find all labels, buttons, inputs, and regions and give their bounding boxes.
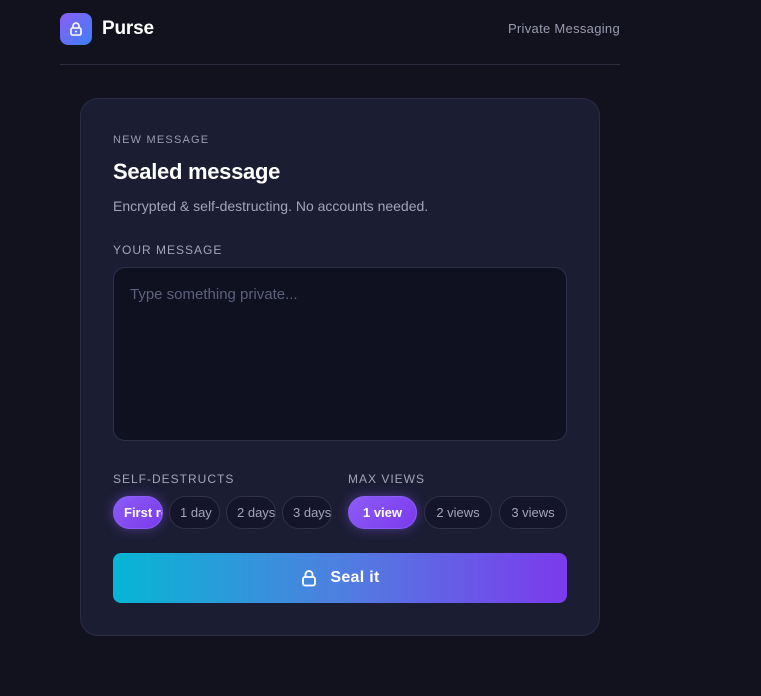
compose-card: NEW MESSAGE Sealed message Encrypted & s… xyxy=(80,98,600,636)
views-option-1[interactable]: 1 view xyxy=(348,496,417,529)
card-subtitle: Encrypted & self-destructing. No account… xyxy=(113,198,429,214)
self-destruct-label: SELF-DESTRUCTS xyxy=(113,472,235,486)
destruct-option-2-days[interactable]: 2 days xyxy=(226,496,276,529)
seal-button[interactable]: Seal it xyxy=(113,553,567,603)
destruct-option-3-days[interactable]: 3 days xyxy=(282,496,332,529)
header-tagline: Private Messaging xyxy=(507,21,620,36)
card-eyebrow: NEW MESSAGE xyxy=(113,134,210,146)
max-views-options: 1 view 2 views 3 views xyxy=(348,496,568,529)
self-destruct-options: First read 1 day 2 days 3 days xyxy=(113,496,333,529)
views-option-2[interactable]: 2 views xyxy=(424,496,492,529)
message-input[interactable] xyxy=(113,267,567,441)
max-views-label: MAX VIEWS xyxy=(348,472,426,486)
views-option-3[interactable]: 3 views xyxy=(499,496,567,529)
destruct-option-1-day[interactable]: 1 day xyxy=(169,496,220,529)
message-label: YOUR MESSAGE xyxy=(113,243,223,257)
brand-name: Purse xyxy=(102,18,154,39)
destruct-option-first-read[interactable]: First read xyxy=(113,496,163,529)
app-header: Purse Private Messaging xyxy=(60,0,620,65)
lock-icon xyxy=(300,569,318,587)
seal-button-label: Seal it xyxy=(330,569,380,586)
app-logo[interactable] xyxy=(60,13,92,45)
card-title: Sealed message xyxy=(113,159,281,184)
lock-icon xyxy=(68,21,84,37)
